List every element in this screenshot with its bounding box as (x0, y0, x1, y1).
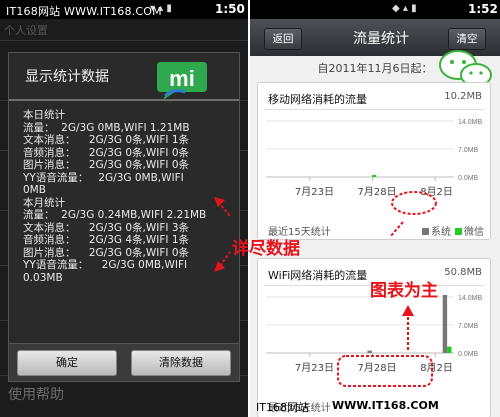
highlight-ellipse (391, 191, 437, 215)
watermark-text: WWW.IT168.COM (332, 399, 439, 412)
annotation-chart-main: 图表为主 (370, 281, 438, 301)
highlight-box (337, 355, 433, 387)
annotation-overlay (214, 191, 437, 387)
annotation-detail-data: 详尽数据 (232, 239, 300, 259)
watermark-text: IT168网站 (256, 401, 309, 414)
